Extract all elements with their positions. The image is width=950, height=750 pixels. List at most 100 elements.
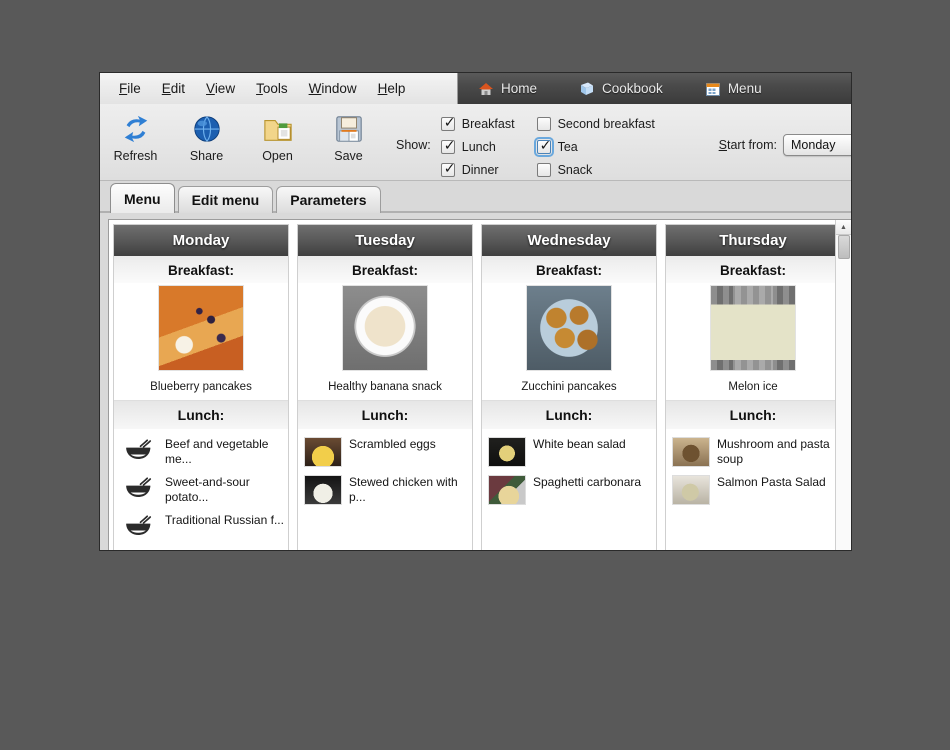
menu-accel: F — [119, 81, 128, 96]
breakfast-photo[interactable] — [342, 285, 428, 371]
lunch-section: Beef and vegetable me... Sweet-and-sour p… — [114, 429, 288, 543]
dish-thumbnail — [672, 475, 710, 505]
scroll-up-arrow-icon[interactable]: ▲ — [836, 220, 851, 235]
tab-label: Parameters — [290, 192, 367, 208]
menu-edit[interactable]: Edit — [152, 78, 196, 99]
dish-name: White bean salad — [533, 437, 626, 451]
week-menu-panel: Monday Breakfast: Blueberry pancakes Lunch:… — [108, 219, 851, 550]
book-icon — [579, 81, 595, 97]
menu-help[interactable]: Help — [368, 78, 417, 99]
lunch-section: White bean salad Spaghetti carbonara — [482, 429, 656, 509]
breakfast-caption: Healthy banana snack — [328, 381, 442, 393]
breakfast-caption: Melon ice — [728, 381, 778, 393]
breakfast-caption: Zucchini pancakes — [521, 381, 617, 393]
tab-parameters[interactable]: Parameters — [276, 186, 381, 213]
checkbox-box[interactable] — [536, 117, 551, 131]
vertical-scrollbar[interactable]: ▲ — [835, 220, 851, 550]
check-mark-icon: ✓ — [443, 161, 456, 177]
tab-label: Edit menu — [191, 192, 260, 208]
dish-name: Spaghetti carbonara — [533, 475, 642, 489]
menu-label: elp — [387, 81, 406, 96]
lunch-dish-item[interactable]: Sweet-and-sour potato... — [114, 471, 288, 509]
toolbar-refresh-button[interactable]: Refresh — [100, 107, 171, 163]
refresh-arrows-icon — [121, 112, 151, 146]
lunch-section-title: Lunch: — [298, 400, 472, 429]
dish-name: Stewed chicken with p... — [349, 475, 458, 504]
start-from-control: Start from: Monday — [719, 134, 851, 156]
lunch-dish-item[interactable]: White bean salad — [482, 433, 656, 471]
start-from-label: Start from: — [719, 138, 777, 152]
breakfast-caption: Blueberry pancakes — [150, 381, 252, 393]
checkbox-second-breakfast[interactable]: Second breakfast — [536, 115, 655, 133]
menu-file[interactable]: File — [109, 78, 152, 99]
check-mark-icon: ✓ — [443, 115, 456, 131]
lunch-dish-item[interactable]: Spaghetti carbonara — [482, 471, 656, 509]
dish-thumbnail — [488, 437, 526, 467]
menu-accel: E — [161, 81, 171, 96]
breakfast-section-title: Breakfast: — [298, 256, 472, 283]
lunch-section: Mushroom and pasta soup Salmon Pasta Sala… — [666, 429, 840, 509]
checkbox-label: Lunch — [461, 140, 496, 154]
day-column-monday: Monday Breakfast: Blueberry pancakes Lunch:… — [113, 224, 289, 550]
start-from-select[interactable]: Monday — [783, 134, 851, 156]
menu-label: ools — [262, 81, 288, 96]
scrollbar-thumb[interactable] — [838, 235, 850, 259]
lunch-dish-item[interactable]: Traditional Russian f... — [114, 509, 288, 543]
toolbar-share-button[interactable]: Share — [171, 107, 242, 163]
lunch-dish-item[interactable]: Salmon Pasta Salad — [666, 471, 840, 509]
dish-thumbnail — [672, 437, 710, 467]
menu-tools[interactable]: Tools — [246, 78, 299, 99]
nav-item-menu[interactable]: Menu — [685, 81, 784, 97]
menu-window[interactable]: Window — [299, 78, 368, 99]
menu-label: ile — [127, 81, 141, 96]
lunch-dish-item[interactable]: Beef and vegetable me... — [114, 433, 288, 471]
breakfast-section: Blueberry pancakes — [114, 283, 288, 400]
checkbox-snack[interactable]: Snack — [536, 161, 655, 179]
dish-name: Scrambled eggs — [349, 437, 436, 451]
house-icon — [478, 81, 494, 97]
bowl-icon — [120, 475, 158, 501]
tab-edit-menu[interactable]: Edit menu — [177, 186, 274, 213]
breakfast-photo[interactable] — [526, 285, 612, 371]
tab-label: Menu — [124, 190, 161, 207]
checkbox-box[interactable]: ✓ — [440, 161, 456, 177]
checkbox-breakfast[interactable]: ✓ Breakfast — [440, 115, 515, 133]
tab-strip: Menu Edit menu Parameters — [100, 181, 851, 213]
breakfast-section: Zucchini pancakes — [482, 283, 656, 400]
lunch-dish-item[interactable]: Stewed chicken with p... — [298, 471, 472, 509]
breakfast-photo[interactable] — [710, 285, 796, 371]
navigation-bar: Home Cookbook Menu — [457, 73, 851, 104]
toolbar-save-button[interactable]: Save — [313, 107, 384, 163]
checkbox-dinner[interactable]: ✓ Dinner — [440, 161, 515, 179]
checkbox-label: Snack — [557, 163, 593, 177]
lunch-section-title: Lunch: — [482, 400, 656, 429]
checkbox-lunch[interactable]: ✓ Lunch — [440, 138, 515, 156]
dish-name: Mushroom and pasta soup — [717, 437, 830, 466]
dish-thumbnail — [488, 475, 526, 505]
tab-menu[interactable]: Menu — [110, 183, 175, 213]
lunch-section: Scrambled eggs Stewed chicken with p... — [298, 429, 472, 509]
globe-icon — [192, 112, 222, 146]
toolbar-open-button[interactable]: Open — [242, 107, 313, 163]
breakfast-photo[interactable] — [158, 285, 244, 371]
checkbox-box[interactable]: ✓ — [440, 138, 456, 154]
dish-thumbnail — [304, 475, 342, 505]
menu-accel: W — [308, 81, 322, 96]
checkbox-box[interactable] — [536, 163, 551, 177]
check-mark-icon: ✓ — [443, 138, 456, 154]
lunch-dish-item[interactable]: Mushroom and pasta soup — [666, 433, 840, 471]
application-window: File Edit View Tools Window Help Home Cookbook… — [100, 73, 851, 550]
checkbox-box[interactable]: ✓ — [440, 115, 456, 131]
menu-view[interactable]: View — [196, 78, 246, 99]
checkbox-tea[interactable]: ✓ Tea — [533, 137, 655, 157]
checkbox-box[interactable]: ✓ — [533, 137, 554, 157]
toolbar-button-group: Refresh Share Open Save — [100, 107, 384, 163]
checkbox-label: Breakfast — [461, 117, 515, 131]
lunch-dish-item[interactable]: Scrambled eggs — [298, 433, 472, 471]
nav-item-cookbook[interactable]: Cookbook — [559, 81, 685, 97]
nav-item-home[interactable]: Home — [458, 81, 559, 97]
nav-item-label: Cookbook — [602, 81, 663, 96]
breakfast-section-title: Breakfast: — [114, 256, 288, 283]
menu-label: indow — [321, 81, 357, 96]
meal-filter-group-1: ✓ Breakfast ✓ Lunch ✓ Dinner — [440, 115, 515, 179]
